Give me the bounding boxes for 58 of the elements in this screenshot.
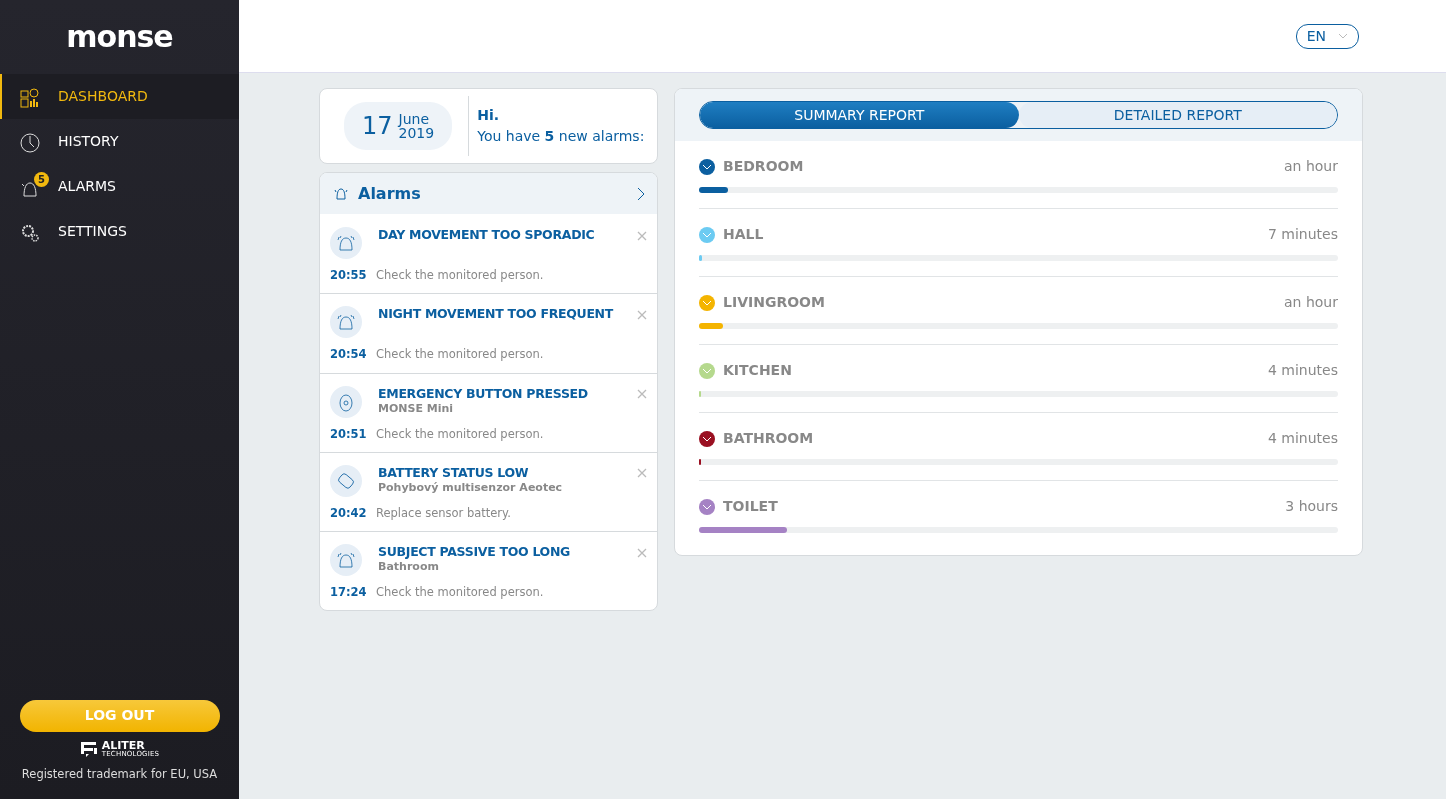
alarm-count-text: You have 5 new alarms: [477,127,645,146]
alarm-time: 20:55 [330,267,368,284]
room-name: HALL [723,225,764,244]
brand-name: ALITER [101,739,145,751]
alarm-title: NIGHT MOVEMENT TOO FREQUENT [378,306,615,322]
sidebar-item[interactable]: SETTINGS [0,209,239,254]
alarm-note: Check the monitored person. [376,267,544,284]
sensor-icon [336,470,356,491]
alarm-note: Replace sensor battery. [376,504,511,522]
sidebar-item[interactable]: 5 ALARMS [0,164,239,209]
chevron-right-icon[interactable] [637,186,645,201]
alarm-title: BATTERY STATUS LOW [378,464,530,480]
clock-icon [20,132,40,153]
trademark-text: Registered trademark for EU, USA [21,765,218,783]
room-duration: 7 minutes [1267,225,1338,244]
bell-icon [336,312,356,333]
room-duration: 4 minutes [1267,361,1338,380]
report-tab[interactable]: DETAILED REPORT [1018,102,1337,128]
date-year: 2019 [398,126,435,140]
greeting-text: Hi. [477,106,501,125]
date-day: 17 [362,108,393,144]
room-duration: 4 minutes [1267,429,1338,448]
sidebar-item[interactable]: HISTORY [0,119,239,164]
bell-icon [336,233,356,253]
room-name: TOILET [723,497,778,516]
dashboard-icon [20,87,40,108]
alarm-note: Check the monitored person. [376,584,544,601]
count-badge: 5 [34,171,49,187]
language-select[interactable]: EN [1295,23,1359,49]
room-name: LIVINGROOM [723,293,825,312]
date-month: June [398,112,430,126]
logo-text: monse [66,22,173,52]
alarm-source: MONSE Mini [378,400,455,417]
room-duration: an hour [1284,293,1338,312]
bell-icon [336,550,356,570]
alarm-source: Bathroom [378,559,440,575]
alarm-time: 20:42 [330,504,368,522]
alarm-time: 20:51 [330,425,368,443]
report-tab[interactable]: SUMMARY REPORT [700,102,1019,128]
chevron-down-icon [1338,33,1348,39]
room-name: BEDROOM [723,157,804,176]
pendant-icon [336,391,356,412]
alarms-title: Alarms [358,182,421,205]
gears-icon [20,222,40,243]
alarm-note: Check the monitored person. [376,425,544,443]
room-duration: an hour [1284,157,1338,176]
alarm-note: Check the monitored person. [376,346,544,364]
alarm-title: EMERGENCY BUTTON PRESSED [378,385,589,401]
brand-logo-icon [79,740,98,757]
alarm-source: Pohybový multisenzor Aeotec [378,479,564,496]
alarm-title: DAY MOVEMENT TOO SPORADIC [378,227,596,242]
alarm-title: SUBJECT PASSIVE TOO LONG [378,544,572,559]
room-name: BATHROOM [723,429,814,448]
room-duration: 3 hours [1285,497,1338,516]
room-name: KITCHEN [723,361,792,380]
alarm-time: 17:24 [330,584,368,601]
alarm-time: 20:54 [330,346,368,364]
sidebar-item[interactable]: DASHBOARD [0,74,239,119]
